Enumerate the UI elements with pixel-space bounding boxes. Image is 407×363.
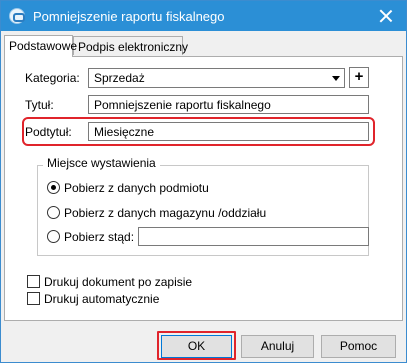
category-value: Sprzedaż <box>94 71 145 85</box>
print-automatically-checkbox[interactable] <box>27 292 40 305</box>
tab-podstawowe[interactable]: Podstawowe <box>4 35 77 57</box>
print-after-save-checkbox[interactable] <box>27 275 40 288</box>
tab-podpis-elektroniczny[interactable]: Podpis elektroniczny <box>73 36 188 55</box>
cancel-button[interactable]: Anuluj <box>241 335 314 358</box>
subtitle-label: Podtytuł: <box>25 125 72 139</box>
issue-place-group-label: Miejsce wystawienia <box>43 156 160 170</box>
window-title: Pomniejszenie raportu fiskalnego <box>33 9 225 24</box>
radio-from-here[interactable] <box>47 230 60 243</box>
print-after-save-label[interactable]: Drukuj dokument po zapisie <box>44 275 192 289</box>
title-field[interactable]: Pomniejszenie raportu fiskalnego <box>88 95 369 114</box>
subtitle-field[interactable]: Miesięczne <box>88 122 369 141</box>
radio-from-here-label[interactable]: Pobierz stąd: <box>64 230 134 244</box>
category-select[interactable]: Sprzedaż <box>88 68 345 88</box>
radio-from-warehouse-label[interactable]: Pobierz z danych magazynu /oddziału <box>64 206 266 220</box>
category-label: Kategoria: <box>25 71 80 85</box>
help-button[interactable]: Pomoc <box>321 335 396 358</box>
app-icon <box>9 8 25 24</box>
chevron-down-icon[interactable] <box>332 76 340 81</box>
add-category-button[interactable]: + <box>349 67 369 88</box>
radio-from-entity-label[interactable]: Pobierz z danych podmiotu <box>64 181 209 195</box>
title-label: Tytuł: <box>25 98 54 112</box>
print-automatically-label[interactable]: Drukuj automatycznie <box>44 292 159 306</box>
title-bar[interactable]: Pomniejszenie raportu fiskalnego <box>1 1 406 31</box>
dialog-window: Pomniejszenie raportu fiskalnego Podstaw… <box>0 0 407 363</box>
radio-from-warehouse[interactable] <box>47 206 60 219</box>
radio-from-entity[interactable] <box>47 181 60 194</box>
close-icon[interactable] <box>376 6 396 26</box>
custom-place-input[interactable] <box>138 227 369 246</box>
ok-button[interactable]: OK <box>161 335 232 358</box>
